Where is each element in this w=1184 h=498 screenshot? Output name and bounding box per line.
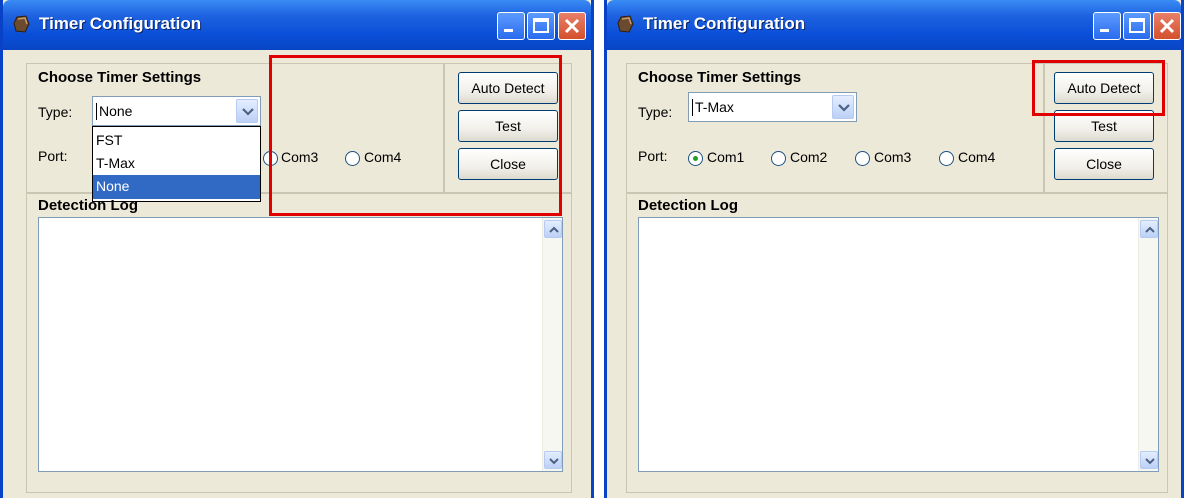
- detection-log-textarea[interactable]: [638, 217, 1159, 472]
- radio-com1-label: Com1: [707, 149, 745, 165]
- minimize-icon: [504, 29, 513, 32]
- scroll-up-button[interactable]: [1140, 220, 1158, 238]
- scroll-up-icon: [1145, 226, 1155, 233]
- group-title: Choose Timer Settings: [638, 69, 802, 86]
- close-icon: [1159, 18, 1175, 34]
- chevron-down-icon: [838, 104, 850, 112]
- title-bar[interactable]: Timer Configuration: [3, 0, 591, 50]
- detection-log-title: Detection Log: [638, 197, 738, 214]
- log-scrollbar[interactable]: [542, 218, 562, 471]
- maximize-icon: [533, 18, 549, 33]
- timer-app-icon: [13, 15, 30, 33]
- maximize-icon: [1129, 18, 1145, 33]
- type-label: Type:: [638, 104, 673, 120]
- chevron-down-icon: [242, 108, 254, 116]
- window-title: Timer Configuration: [39, 14, 202, 33]
- window-title: Timer Configuration: [643, 14, 806, 33]
- scroll-down-button[interactable]: [1140, 451, 1158, 469]
- close-button[interactable]: Close: [1054, 148, 1154, 180]
- option-none[interactable]: None: [93, 175, 260, 199]
- scroll-up-button[interactable]: [544, 220, 562, 238]
- type-combobox[interactable]: T-Max: [688, 92, 857, 122]
- scroll-down-icon: [549, 458, 559, 465]
- scroll-down-icon: [1145, 458, 1155, 465]
- text-caret: [96, 103, 97, 120]
- minimize-button[interactable]: [1093, 12, 1121, 40]
- port-label: Port:: [38, 148, 68, 164]
- minimize-icon: [1100, 29, 1109, 32]
- type-label: Type:: [38, 104, 73, 120]
- maximize-button[interactable]: [527, 12, 555, 40]
- radio-com3[interactable]: [855, 151, 870, 166]
- dropdown-arrow-button[interactable]: [832, 95, 854, 119]
- close-window-button[interactable]: [558, 12, 586, 40]
- close-icon: [564, 18, 580, 34]
- log-scrollbar[interactable]: [1138, 218, 1158, 471]
- highlight-box-right: [1032, 60, 1165, 116]
- radio-com4-label: Com4: [958, 149, 996, 165]
- radio-com2-label: Com2: [790, 149, 828, 165]
- group-title: Choose Timer Settings: [38, 69, 202, 86]
- radio-com3-label: Com3: [874, 149, 912, 165]
- close-window-button[interactable]: [1153, 12, 1181, 40]
- radio-com4[interactable]: [939, 151, 954, 166]
- text-caret: [692, 99, 693, 116]
- radio-com1[interactable]: [688, 151, 703, 166]
- scroll-up-icon: [549, 226, 559, 233]
- type-value: None: [99, 103, 133, 119]
- type-value: T-Max: [695, 99, 734, 115]
- minimize-button[interactable]: [497, 12, 525, 40]
- title-bar[interactable]: Timer Configuration: [607, 0, 1181, 50]
- maximize-button[interactable]: [1123, 12, 1151, 40]
- detection-log-textarea[interactable]: [38, 217, 563, 472]
- port-label: Port:: [638, 148, 668, 164]
- highlight-box-left: [269, 55, 562, 216]
- timer-app-icon: [617, 15, 634, 33]
- scroll-down-button[interactable]: [544, 451, 562, 469]
- type-dropdown-list: FST T-Max None: [92, 126, 261, 202]
- type-combobox[interactable]: None: [92, 96, 261, 126]
- option-t-max[interactable]: T-Max: [93, 152, 260, 176]
- option-fst[interactable]: FST: [93, 129, 260, 153]
- dropdown-arrow-button[interactable]: [236, 99, 258, 123]
- detection-log-title: Detection Log: [38, 197, 138, 214]
- radio-com2[interactable]: [771, 151, 786, 166]
- radio-selected-dot: [693, 156, 698, 161]
